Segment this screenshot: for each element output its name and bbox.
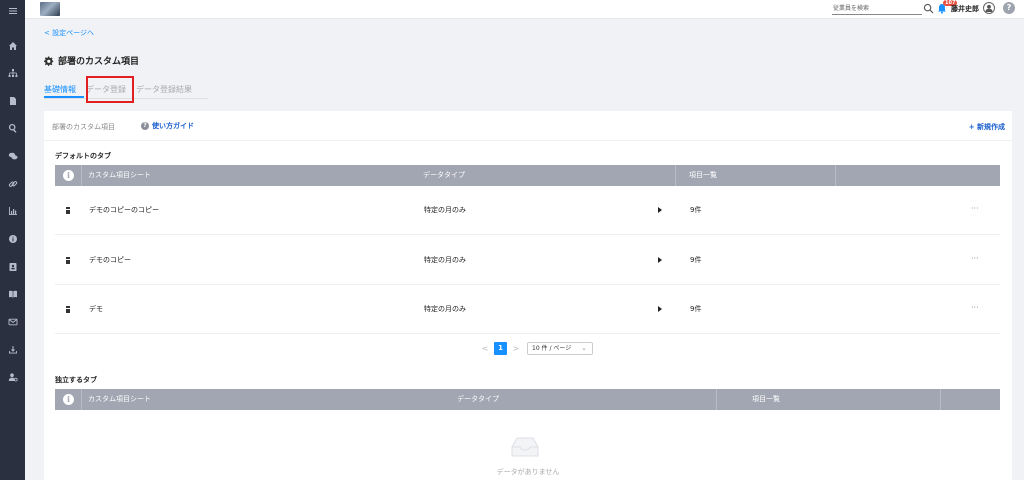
home-icon[interactable] [0,39,25,53]
column-divider [835,165,836,186]
tab-data-registration-results[interactable]: データ登録結果 [136,84,206,98]
expand-arrow-icon[interactable] [658,257,662,263]
column-divider [81,389,82,410]
page-size-select[interactable]: 10 件 / ページ ⌄ [527,342,593,355]
more-options-icon[interactable]: ··· [971,285,979,334]
info-icon[interactable]: i [63,394,74,405]
independent-tabs-heading: 独立するタブ [55,376,97,384]
drag-handle-icon[interactable] [65,257,70,264]
top-bar: 従業員を検索 107 藤井史郎 ? [25,0,1024,19]
link-icon[interactable] [0,177,25,191]
pagination: < 1 > 10 件 / ページ ⌄ [480,342,593,355]
sheet-name: デモのコピーのコピー [89,206,159,214]
avatar-icon[interactable] [983,2,995,14]
more-options-icon[interactable]: ··· [971,236,979,285]
usage-guide-link[interactable]: ? 使い方ガイド [141,121,194,131]
chat-icon[interactable] [0,149,25,163]
org-chart-icon[interactable] [0,66,25,80]
table-row[interactable]: デモのコピーのコピー 特定の月のみ 9件 ··· [55,186,1000,235]
data-type: 特定の月のみ [424,305,466,313]
back-to-settings-link[interactable]: < 設定ページへ [44,28,94,38]
column-header-item-list: 項目一覧 [752,395,780,403]
default-tabs-table-header: i カスタム項目シート データタイプ 項目一覧 [55,165,1000,186]
menu-icon[interactable] [0,4,25,18]
data-type: 特定の月のみ [424,206,466,214]
user-settings-icon[interactable] [0,370,25,384]
column-divider [675,165,676,186]
create-new-button[interactable]: + 新規作成 [969,122,1005,132]
highlight-annotation-box [86,76,134,103]
column-header-data-type: データタイプ [457,395,499,403]
drag-handle-icon[interactable] [65,207,70,214]
item-count: 9件 [690,305,702,313]
empty-inbox-icon [511,436,539,458]
data-type: 特定の月のみ [424,256,466,264]
prev-page-button[interactable]: < [480,343,490,355]
sidebar [0,0,25,480]
column-header-sheet: カスタム項目シート [88,171,151,179]
default-tabs-heading: デフォルトのタブ [55,152,111,160]
mail-icon[interactable] [0,315,25,329]
chevron-down-icon: ⌄ [581,344,587,352]
expand-arrow-icon[interactable] [658,207,662,213]
help-icon[interactable]: ? [1003,2,1015,14]
column-divider [716,389,717,410]
page-title: 部署のカスタム項目 [44,54,139,67]
page-size-value: 10 件 / ページ [532,345,572,352]
username[interactable]: 藤井史郎 [951,4,979,14]
column-divider [940,389,941,410]
page-number-button[interactable]: 1 [494,342,507,355]
download-icon[interactable] [0,343,25,357]
table-row[interactable]: デモ 特定の月のみ 9件 ··· [55,285,1000,334]
employee-search-input[interactable]: 従業員を検索 [832,3,922,15]
next-page-button[interactable]: > [511,343,521,355]
empty-state-text: データがありません [496,468,560,476]
sheet-name: デモ [89,305,103,313]
usage-guide-label: 使い方ガイド [152,122,194,130]
drag-handle-icon[interactable] [65,306,70,313]
card-title: 部署のカスタム項目 [52,123,115,131]
search-icon[interactable] [0,121,25,135]
table-row[interactable]: デモのコピー 特定の月のみ 9件 ··· [55,236,1000,285]
info-icon[interactable]: i [63,170,74,181]
contact-card-icon[interactable] [0,260,25,274]
column-header-sheet: カスタム項目シート [88,395,151,403]
column-divider [81,165,82,186]
gear-icon [44,55,54,66]
card-header: 部署のカスタム項目 ? 使い方ガイド + 新規作成 [44,111,1012,141]
column-header-item-list: 項目一覧 [689,171,717,179]
more-options-icon[interactable]: ··· [971,186,979,235]
sheet-name: デモのコピー [89,256,131,264]
question-icon: ? [141,122,149,130]
search-icon[interactable] [923,3,934,14]
page-title-text: 部署のカスタム項目 [58,57,140,67]
book-icon[interactable] [0,287,25,301]
company-logo[interactable] [40,2,60,16]
item-count: 9件 [690,256,702,264]
document-icon[interactable] [0,94,25,108]
tab-basic-info[interactable]: 基礎情報 [44,84,84,98]
independent-tabs-table-header: i カスタム項目シート データタイプ 項目一覧 [55,389,1000,410]
column-header-data-type: データタイプ [423,171,465,179]
chart-icon[interactable] [0,204,25,218]
item-count: 9件 [690,206,702,214]
info-circle-icon[interactable] [0,232,25,246]
expand-arrow-icon[interactable] [658,306,662,312]
custom-fields-card: 部署のカスタム項目 ? 使い方ガイド + 新規作成 デフォルトのタブ i カスタ… [44,111,1012,480]
